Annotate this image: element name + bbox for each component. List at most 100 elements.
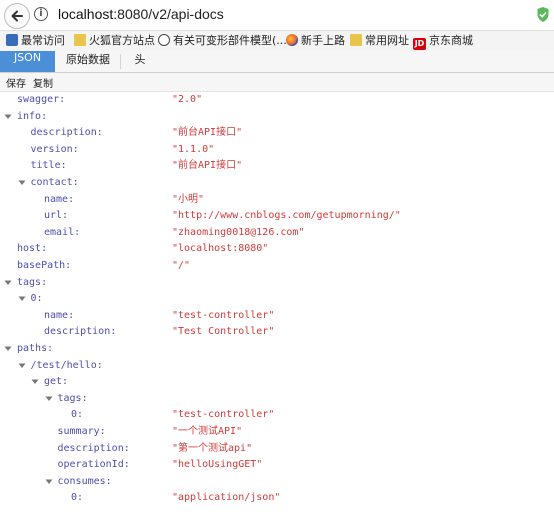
tree-value: "/" [172,260,191,271]
tree-key: operationId: [57,459,130,471]
tree-key: swagger: [17,94,66,105]
tree-row: name: "小明" [0,192,554,208]
expand-toggle-icon[interactable] [4,341,13,357]
tree-row: email: "zhaoming0018@126.com" [0,225,554,241]
tree-value: "application/json" [172,492,281,504]
url-field[interactable]: localhost:8080/v2/api-docs [58,6,224,22]
tree-row: 0: "test-controller" [0,407,554,423]
tree-value: "http://www.cnblogs.com/getupmorning/" [172,210,401,222]
bookmark-most-visited[interactable]: 最常访问 [6,33,65,49]
tree-key: paths: [17,343,54,354]
tab-headers[interactable]: 头 [121,51,159,72]
jd-icon: JD [413,38,426,50]
tree-row[interactable]: tags: [0,275,554,291]
tree-key: title: [30,160,67,172]
tree-value: "1.1.0" [172,143,215,155]
tree-key: summary: [57,426,106,437]
bookmarks-bar: 最常访问 火狐官方站点 有关可变形部件模型(... 新手上路 常用网址 JD 京东… [0,30,554,52]
url-path: :8080/v2/api-docs [113,6,224,22]
json-toolbar: 保存 复制 [0,73,554,92]
viewer-tabs: JSON 原始数据 头 [0,51,554,73]
tree-value: "test-controller" [172,409,275,421]
info-icon[interactable]: i [34,7,48,21]
tab-json[interactable]: JSON [0,51,55,72]
tree-value: "Test Controller" [172,326,275,338]
tree-row[interactable]: get: [0,374,554,390]
save-button[interactable]: 保存 [6,75,26,90]
tree-value: "helloUsingGET" [172,459,263,471]
tree-key: description: [57,442,130,454]
tree-key: contact: [30,177,79,188]
tree-key: consumes: [57,475,112,487]
bookmark-getting-started[interactable]: 新手上路 [286,33,345,49]
tree-row[interactable]: 0: [0,291,554,307]
back-arrow-icon [11,10,23,22]
tree-row: description: "第一个测试api" [0,441,554,457]
expand-toggle-icon[interactable] [31,374,40,390]
bookmark-dpm-model[interactable]: 有关可变形部件模型(... [158,33,287,49]
tree-key: 0: [71,492,84,504]
tree-key: url: [44,210,69,222]
tree-value: "localhost:8080" [172,243,269,255]
tree-key: /test/hello: [30,359,103,371]
tree-key: name: [44,309,75,321]
tree-value: "一个测试API" [172,426,243,437]
shield-check-icon[interactable] [536,6,550,23]
copy-button[interactable]: 复制 [33,75,53,90]
bookmark-firefox-site[interactable]: 火狐官方站点 [74,33,155,49]
tree-value: "2.0" [172,94,203,105]
tree-key: name: [44,193,75,205]
tree-row: summary: "一个测试API" [0,424,554,440]
address-bar: i localhost:8080/v2/api-docs [0,0,554,30]
tree-row: basePath: "/" [0,258,554,274]
tree-row[interactable]: info: [0,109,554,125]
back-button[interactable] [4,3,30,29]
bookmark-common-sites[interactable]: 常用网址 [350,33,409,49]
tree-key: 0: [30,293,43,305]
globe-icon [158,34,170,46]
tree-row: url: "http://www.cnblogs.com/getupmorning… [0,208,554,224]
tree-row: swagger: "2.0" [0,92,554,108]
tree-key: description: [44,326,117,338]
expand-toggle-icon[interactable] [18,358,27,374]
tree-key: tags: [17,276,48,288]
tree-key: info: [17,110,48,122]
expand-toggle-icon[interactable] [18,175,27,191]
bookmark-jd[interactable]: JD 京东商城 [413,33,473,50]
tree-key: 0: [71,409,84,421]
tree-row[interactable]: contact: [0,175,554,191]
tree-row[interactable]: tags: [0,391,554,407]
tree-row: 0: "application/json" [0,490,554,506]
tree-row[interactable]: /test/hello: [0,358,554,374]
tree-value: "第一个测试api" [172,442,253,454]
tree-key: email: [44,226,81,238]
tree-key: host: [17,243,48,255]
folder-icon [350,34,362,46]
tab-raw-data[interactable]: 原始数据 [57,51,119,72]
tree-key: tags: [57,392,88,404]
tree-key: version: [30,143,79,155]
expand-toggle-icon[interactable] [45,474,54,490]
tree-row: host: "localhost:8080" [0,241,554,257]
tree-row[interactable]: paths: [0,341,554,357]
expand-toggle-icon[interactable] [18,291,27,307]
url-host: localhost [58,6,114,22]
folder-icon [74,34,86,46]
tree-value: "前台API接口" [172,127,243,139]
tree-key: description: [30,127,103,139]
expand-toggle-icon[interactable] [4,275,13,291]
tree-value: "test-controller" [172,309,275,321]
firefox-icon [286,34,298,46]
tree-row: title: "前台API接口" [0,158,554,174]
tree-row: version: "1.1.0" [0,142,554,158]
expand-toggle-icon[interactable] [4,109,13,125]
expand-toggle-icon[interactable] [45,391,54,407]
tree-value: "前台API接口" [172,160,243,172]
tree-key: get: [44,376,69,388]
tree-value: "小明" [172,193,205,205]
tree-value: "zhaoming0018@126.com" [172,226,305,238]
tree-key: basePath: [17,260,72,271]
tree-row[interactable]: consumes: [0,474,554,490]
tree-row: operationId: "helloUsingGET" [0,457,554,473]
tree-row: description: "Test Controller" [0,324,554,340]
